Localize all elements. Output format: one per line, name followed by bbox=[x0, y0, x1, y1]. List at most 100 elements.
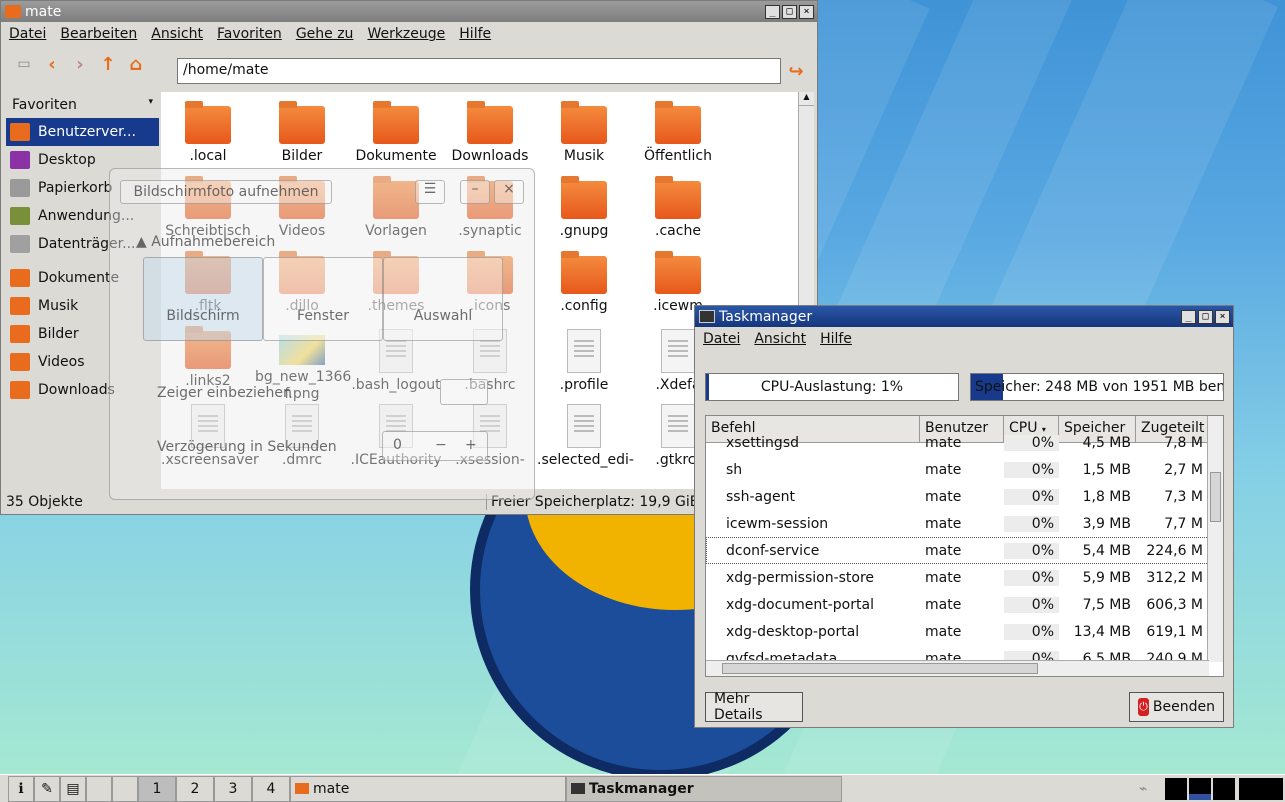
menu-ansicht[interactable]: Ansicht bbox=[151, 26, 203, 42]
sidebar-heading[interactable]: Favoriten ▾ bbox=[6, 92, 159, 118]
menu-icon[interactable]: ☰ bbox=[415, 180, 445, 204]
mode-screen[interactable]: Bildschirm bbox=[143, 257, 263, 341]
blank-launcher-2[interactable] bbox=[112, 775, 138, 802]
menu-bearbeiten[interactable]: Bearbeiten bbox=[60, 26, 137, 42]
process-cell: 0% bbox=[1004, 461, 1059, 478]
tm-menu-ansicht[interactable]: Ansicht bbox=[754, 331, 806, 347]
process-cell: 0% bbox=[1004, 434, 1059, 451]
process-cell: 0% bbox=[1004, 515, 1059, 532]
file-item[interactable]: .local bbox=[161, 96, 255, 165]
cpu-monitor-icon[interactable] bbox=[1165, 777, 1187, 800]
process-cell: 2,7 M bbox=[1164, 461, 1203, 478]
minimize-icon[interactable]: – bbox=[460, 180, 490, 204]
process-row[interactable]: xdg-desktop-portal mate 0% 13,4 MB 619,1 M bbox=[706, 618, 1223, 645]
folder-documents-icon bbox=[10, 269, 30, 287]
clock[interactable] bbox=[1239, 777, 1283, 800]
process-row[interactable]: xdg-document-portal mate 0% 7,5 MB 606,3 M bbox=[706, 591, 1223, 618]
workspace-3[interactable]: 3 bbox=[214, 775, 252, 802]
tm-menu-hilfe[interactable]: Hilfe bbox=[820, 331, 852, 347]
file-label: Öffentlich bbox=[644, 148, 712, 164]
more-details-button[interactable]: Mehr Details bbox=[705, 691, 803, 723]
process-cell: 0% bbox=[1004, 623, 1059, 640]
file-item[interactable]: .selected_edi- bbox=[537, 396, 634, 469]
workspace-1[interactable]: 1 bbox=[138, 775, 176, 802]
folder-videos-icon bbox=[10, 353, 30, 371]
workspace-4[interactable]: 4 bbox=[252, 775, 290, 802]
editor-icon[interactable]: ✎ bbox=[34, 775, 60, 802]
delay-spinbutton[interactable]: 0− + bbox=[382, 431, 488, 461]
memory-monitor-icon[interactable] bbox=[1189, 777, 1211, 800]
process-cell: 1,8 MB bbox=[1082, 488, 1131, 505]
memory-meter: Speicher: 248 MB von 1951 MB benutzt bbox=[970, 373, 1224, 401]
info-icon[interactable]: ℹ bbox=[8, 775, 34, 802]
take-screenshot-button[interactable]: Bildschirmfoto aufnehmen bbox=[120, 180, 332, 204]
mode-selection[interactable]: Auswahl bbox=[383, 257, 503, 341]
up-button[interactable]: ↑ bbox=[97, 53, 119, 75]
sidebar-item[interactable]: Benutzerver... bbox=[6, 118, 159, 146]
task-manager-titlebar[interactable]: Taskmanager _ □ × bbox=[695, 306, 1233, 327]
file-item[interactable]: .gnupg bbox=[537, 171, 631, 240]
location-input[interactable]: /home/mate bbox=[177, 58, 781, 84]
file-item[interactable]: Öffentlich bbox=[631, 96, 725, 165]
folder-icon bbox=[5, 5, 21, 18]
trash-icon bbox=[10, 179, 30, 197]
include-pointer-switch[interactable] bbox=[440, 379, 488, 405]
folder-icon bbox=[373, 101, 419, 144]
file-item[interactable]: Bilder bbox=[255, 96, 349, 165]
process-row[interactable]: ssh-agent mate 0% 1,8 MB 7,3 M bbox=[706, 483, 1223, 510]
tm-menubar: Datei Ansicht Hilfe bbox=[695, 327, 1233, 351]
forward-button[interactable]: › bbox=[69, 53, 91, 75]
process-vscroll-thumb[interactable] bbox=[1210, 472, 1221, 522]
end-process-button[interactable]: ⏻ Beenden bbox=[1129, 692, 1224, 722]
menu-gehe-zu[interactable]: Gehe zu bbox=[296, 26, 354, 42]
applications-icon bbox=[10, 207, 30, 225]
tm-maximize-button[interactable]: □ bbox=[1198, 309, 1213, 324]
process-cell: xdg-document-portal bbox=[726, 596, 874, 613]
file-manager-titlebar[interactable]: mate _ □ × bbox=[1, 1, 817, 22]
workspace-2[interactable]: 2 bbox=[176, 775, 214, 802]
file-item[interactable]: .config bbox=[537, 246, 631, 315]
capture-area-text: Aufnahmebereich bbox=[151, 234, 276, 250]
process-row[interactable]: sh mate 0% 1,5 MB 2,7 M bbox=[706, 456, 1223, 483]
menu-datei[interactable]: Datei bbox=[9, 26, 46, 42]
menu-werkzeuge[interactable]: Werkzeuge bbox=[367, 26, 445, 42]
mode-window[interactable]: Fenster bbox=[263, 257, 383, 341]
tm-minimize-button[interactable]: _ bbox=[1181, 309, 1196, 324]
process-vscrollbar[interactable] bbox=[1207, 416, 1223, 662]
file-item[interactable]: Dokumente bbox=[349, 96, 443, 165]
go-button[interactable]: ↪ bbox=[785, 60, 807, 82]
file-item[interactable]: Downloads bbox=[443, 96, 537, 165]
cpu-meter-text: CPU-Auslastung: 1% bbox=[760, 379, 904, 395]
process-hscroll-thumb[interactable] bbox=[722, 663, 1038, 674]
folder-icon bbox=[279, 101, 325, 144]
manager-icon[interactable]: ▤ bbox=[60, 775, 86, 802]
blank-launcher-1[interactable] bbox=[86, 775, 112, 802]
tm-close-button[interactable]: × bbox=[1215, 309, 1230, 324]
back-button[interactable]: ‹ bbox=[41, 53, 63, 75]
menu-favoriten[interactable]: Favoriten bbox=[217, 26, 282, 42]
process-hscrollbar[interactable] bbox=[706, 660, 1209, 676]
network-icon[interactable]: ⌁ bbox=[1139, 781, 1159, 797]
process-row[interactable]: xsettingsd mate 0% 4,5 MB 7,8 M bbox=[706, 429, 1223, 456]
home-button[interactable]: ⌂ bbox=[125, 53, 147, 75]
process-row[interactable]: dconf-service mate 0% 5,4 MB 224,6 M bbox=[706, 537, 1223, 564]
process-row[interactable]: icewm-session mate 0% 3,9 MB 7,7 M bbox=[706, 510, 1223, 537]
close-icon[interactable]: × bbox=[494, 180, 524, 204]
net-monitor-icon[interactable] bbox=[1213, 777, 1235, 800]
task-taskmanager[interactable]: Taskmanager bbox=[566, 775, 842, 802]
file-item[interactable]: Musik bbox=[537, 96, 631, 165]
task-mate[interactable]: mate bbox=[290, 775, 566, 802]
tm-menu-datei[interactable]: Datei bbox=[703, 331, 740, 347]
maximize-button[interactable]: □ bbox=[782, 4, 797, 19]
process-row[interactable]: xdg-permission-store mate 0% 5,9 MB 312,2 M bbox=[706, 564, 1223, 591]
file-item[interactable]: .cache bbox=[631, 171, 725, 240]
menu-hilfe[interactable]: Hilfe bbox=[459, 26, 491, 42]
close-button[interactable]: × bbox=[799, 4, 814, 19]
new-tab-icon[interactable]: ▭ bbox=[13, 53, 35, 75]
file-label: .selected_edi- bbox=[537, 452, 634, 468]
text-file-icon bbox=[661, 329, 695, 373]
process-cell: sh bbox=[726, 461, 743, 478]
file-item[interactable]: .profile bbox=[537, 321, 631, 394]
file-label: .local bbox=[189, 148, 227, 164]
minimize-button[interactable]: _ bbox=[765, 4, 780, 19]
